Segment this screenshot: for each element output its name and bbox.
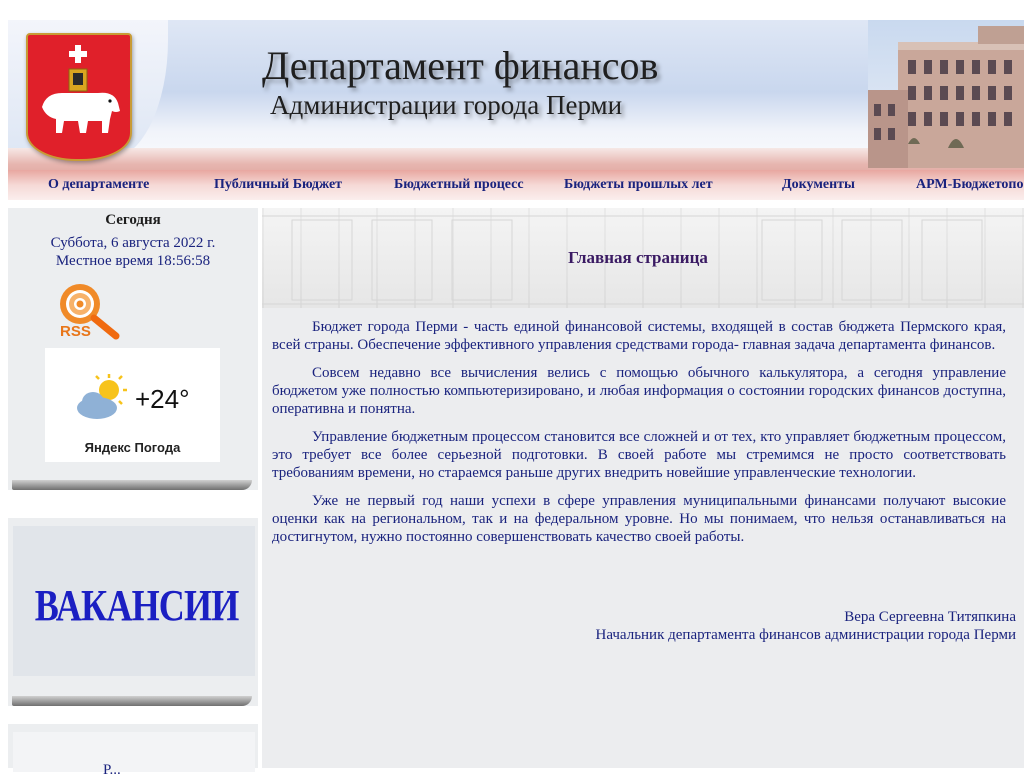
nav-item-documents[interactable]: Документы [782,177,855,193]
article-paragraph: Управление бюджетным процессом становитс… [272,429,1006,481]
panel-shadow [12,696,252,706]
nav-item-budget-process[interactable]: Бюджетный процесс [394,177,524,193]
article-text: Бюджет города Перми - часть единой финан… [272,318,1006,556]
page-title: Главная страница [568,248,708,267]
article-paragraph: Уже не первый год наши успехи в сфере уп… [272,493,1006,545]
nav-item-about[interactable]: О департаменте [48,177,149,193]
city-administration-building-image [868,20,1024,168]
next-panel-label: Р... [103,762,121,778]
site-title: Департамент финансов [262,43,659,88]
current-date: Суббота, 6 августа 2022 г. [50,235,216,251]
main-content: Главная страница Бюджет города Перми - ч… [262,208,1024,768]
vacancies-label: ВАКАНСИИ [34,581,240,630]
coat-of-arms-icon[interactable] [26,33,132,161]
vacancies-banner[interactable]: ВАКАНСИИ [13,526,255,676]
site-subtitle: Администрации города Перми [270,90,623,120]
rss-icon[interactable]: RSS [54,280,126,342]
main-navigation: О департаменте Публичный Бюджет Бюджетны… [8,170,1024,200]
content-banner: Главная страница [262,208,1024,308]
panel-shadow [12,480,252,490]
local-time: Местное время 18:56:58 [55,253,211,269]
signature-position: Начальник департамента финансов админист… [595,627,1016,643]
today-heading: Сегодня [105,212,161,228]
weather-temperature: +24° [135,384,190,414]
nav-item-arm[interactable]: АРМ-Бюджетопо [916,177,1023,193]
weather-brand-label: Яндекс Погода [84,440,181,455]
next-panel: Р... [8,724,258,778]
nav-item-past-budgets[interactable]: Бюджеты прошлых лет [564,177,713,193]
article-paragraph: Совсем недавно все вычисления велись с п… [272,365,1006,417]
today-panel: Сегодня Суббота, 6 августа 2022 г. Местн… [8,208,258,490]
vacancies-panel: ВАКАНСИИ [8,518,258,706]
weather-widget[interactable]: +24° Яндекс Погода [45,348,220,462]
next-panel-inner[interactable]: Р... [13,732,255,778]
article-paragraph: Бюджет города Перми - часть единой финан… [272,319,1006,353]
site-header: Департамент финансов Администрации город… [8,20,1024,180]
rss-label: RSS [60,323,91,340]
nav-item-public-budget[interactable]: Публичный Бюджет [214,177,342,193]
weather-cloud-sun-icon [77,374,127,419]
signature-name: Вера Сергеевна Титяпкина [844,609,1016,625]
